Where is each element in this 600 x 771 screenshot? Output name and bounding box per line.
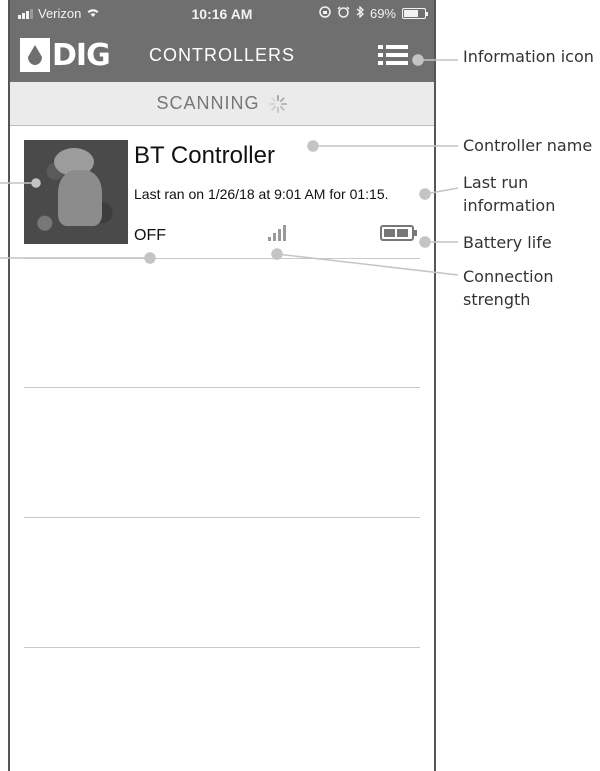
status-right: 69% [319,5,428,21]
annotation-last-run-line2: information [463,196,556,215]
annotation-last-run-line1: Last run [463,173,529,192]
scanning-bar: SCANNING [10,82,434,126]
battery-cell [397,229,408,237]
alarm-icon [337,6,350,21]
phone-screen: Verizon 10:16 AM 69% DIG CONTROLLERS SCA… [8,0,436,771]
battery-percent: 69% [369,6,396,21]
annotation-battery-life: Battery life [463,233,552,252]
row-divider [24,387,420,388]
row-divider [24,647,420,648]
battery-icon [380,225,417,241]
controller-row[interactable]: BT Controller Last ran on 1/26/18 at 9:0… [10,126,434,258]
spinner-icon [268,94,288,114]
information-list-icon[interactable] [378,45,408,65]
status-bar: Verizon 10:16 AM 69% [10,0,434,28]
bluetooth-icon [356,5,364,21]
controller-name: BT Controller [134,142,275,169]
nav-bar: DIG CONTROLLERS [10,28,434,82]
annotation-information-icon: Information icon [463,47,594,66]
scanning-label: SCANNING [156,93,260,113]
signal-bar [273,233,276,241]
controller-status: OFF [134,227,166,244]
battery-cell [384,229,395,237]
annotation-connection-line1: Connection [463,267,554,286]
last-run-info: Last ran on 1/26/18 at 9:01 AM for 01:15… [134,186,389,202]
signal-strength-icon [268,223,286,241]
annotation-controller-name: Controller name [463,136,593,155]
row-divider [24,517,420,518]
signal-bar [283,225,286,241]
controller-photo [24,140,128,244]
signal-bar [278,229,281,241]
signal-bar [268,237,271,241]
page-title: CONTROLLERS [148,45,296,65]
annotation-connection-line2: strength [463,290,531,309]
lock-rotation-icon [319,6,331,21]
status-battery-icon [402,8,428,19]
row-divider [24,258,420,259]
